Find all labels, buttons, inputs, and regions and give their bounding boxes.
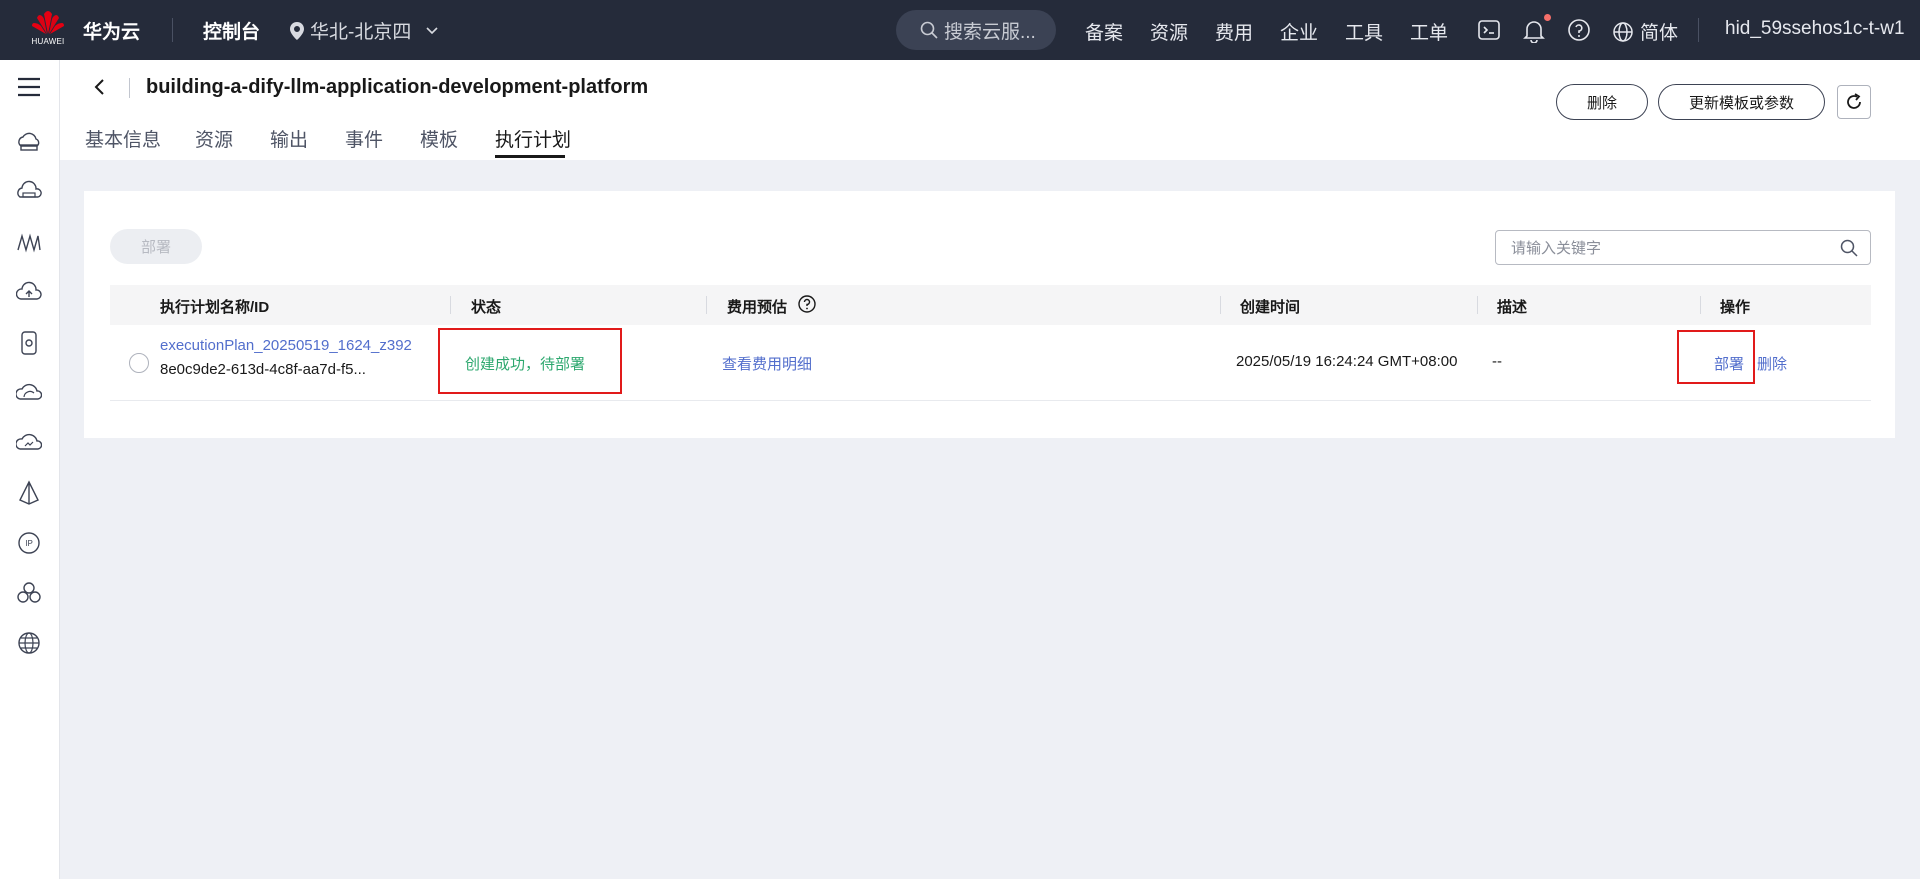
column-separator bbox=[1700, 296, 1701, 314]
database-icon[interactable] bbox=[16, 330, 42, 356]
nav-billing[interactable]: 费用 bbox=[1215, 18, 1253, 45]
keyword-search-placeholder: 请输入关键字 bbox=[1511, 240, 1602, 257]
keyword-search-input[interactable]: 请输入关键字 bbox=[1495, 230, 1871, 265]
tab-events[interactable]: 事件 bbox=[345, 125, 383, 152]
region-selector[interactable]: 华北-北京四 bbox=[290, 17, 439, 44]
row-divider bbox=[110, 400, 1871, 401]
column-header-status: 状态 bbox=[471, 299, 502, 316]
cloud-icon[interactable] bbox=[15, 380, 43, 406]
logo-wordmark: HUAWEI bbox=[31, 37, 65, 46]
language-label: 简体 bbox=[1640, 23, 1679, 44]
column-separator bbox=[450, 296, 451, 314]
cloud-monitor-icon[interactable] bbox=[15, 430, 43, 456]
nav-tools[interactable]: 工具 bbox=[1345, 18, 1383, 45]
service-sidebar: IP bbox=[0, 60, 60, 879]
update-template-button[interactable]: 更新模板或参数 bbox=[1658, 84, 1825, 120]
divider bbox=[129, 78, 130, 98]
cloud-upload-icon[interactable] bbox=[15, 280, 42, 306]
column-header-description: 描述 bbox=[1497, 299, 1528, 316]
global-search-placeholder: 搜索云服... bbox=[944, 21, 1036, 43]
cloud-storage-icon[interactable] bbox=[16, 180, 42, 206]
refresh-icon bbox=[1847, 93, 1861, 109]
huawei-logo[interactable]: HUAWEI bbox=[28, 10, 68, 50]
network-icon[interactable] bbox=[16, 230, 42, 256]
global-search[interactable]: 搜索云服... bbox=[896, 10, 1056, 50]
cluster-icon[interactable] bbox=[16, 580, 42, 606]
help-icon[interactable] bbox=[1566, 17, 1592, 43]
svg-text:IP: IP bbox=[25, 539, 33, 548]
user-account[interactable]: hid_59ssehos1c-t-w1 bbox=[1725, 18, 1905, 40]
execution-plan-name-link[interactable]: executionPlan_20250519_1624_z392 bbox=[160, 337, 412, 354]
deploy-button[interactable]: 部署 bbox=[110, 229, 202, 264]
highlight-box-deploy bbox=[1677, 330, 1755, 384]
search-icon bbox=[920, 21, 938, 39]
back-icon[interactable] bbox=[92, 76, 108, 98]
nav-enterprise[interactable]: 企业 bbox=[1280, 18, 1318, 45]
globe-icon bbox=[1613, 21, 1633, 42]
nav-filing[interactable]: 备案 bbox=[1085, 18, 1123, 45]
column-header-name: 执行计划名称/ID bbox=[160, 299, 270, 316]
top-navigation-bar: HUAWEI 华为云 控制台 华北-北京四 搜索云服... 备案 资源 费用 企… bbox=[0, 0, 1920, 60]
execution-plan-id: 8e0c9de2-613d-4c8f-aa7d-f5... bbox=[160, 361, 366, 378]
tab-execution-plans[interactable]: 执行计划 bbox=[495, 125, 571, 152]
region-label: 华北-北京四 bbox=[310, 22, 412, 43]
highlight-box-status bbox=[438, 328, 622, 394]
web-icon[interactable] bbox=[16, 630, 42, 656]
tab-template[interactable]: 模板 bbox=[420, 125, 458, 152]
row-delete-link[interactable]: 删除 bbox=[1757, 353, 1787, 374]
tab-resources[interactable]: 资源 bbox=[195, 125, 233, 152]
refresh-button[interactable] bbox=[1837, 85, 1871, 119]
view-cost-details-link[interactable]: 查看费用明细 bbox=[722, 353, 812, 374]
tab-outputs[interactable]: 输出 bbox=[270, 125, 308, 152]
cloud-shell-icon[interactable] bbox=[1476, 17, 1502, 43]
nav-tickets[interactable]: 工单 bbox=[1410, 18, 1448, 45]
location-pin-icon bbox=[290, 21, 304, 40]
notification-dot bbox=[1544, 14, 1551, 21]
menu-icon[interactable] bbox=[16, 74, 42, 100]
ip-icon[interactable]: IP bbox=[16, 530, 42, 556]
column-header-cost: 费用预估 bbox=[727, 299, 788, 316]
description-text: -- bbox=[1492, 353, 1502, 370]
search-icon[interactable] bbox=[1840, 239, 1858, 257]
row-select-radio[interactable] bbox=[129, 353, 149, 373]
console-link[interactable]: 控制台 bbox=[203, 17, 260, 44]
nav-resources[interactable]: 资源 bbox=[1150, 18, 1188, 45]
column-header-created: 创建时间 bbox=[1240, 299, 1301, 316]
bell-icon[interactable] bbox=[1521, 17, 1547, 44]
column-header-actions: 操作 bbox=[1720, 299, 1751, 316]
language-selector[interactable]: 简体 bbox=[1612, 18, 1678, 45]
brand-name[interactable]: 华为云 bbox=[83, 17, 140, 44]
huawei-petal-icon bbox=[32, 11, 64, 34]
divider bbox=[1698, 18, 1699, 42]
divider bbox=[172, 18, 173, 42]
cloud-server-icon[interactable] bbox=[16, 130, 42, 156]
active-tab-indicator bbox=[495, 155, 565, 158]
tab-basic-info[interactable]: 基本信息 bbox=[85, 125, 161, 152]
column-separator bbox=[1220, 296, 1221, 314]
page-title: building-a-dify-llm-application-developm… bbox=[146, 76, 649, 98]
question-icon[interactable] bbox=[797, 294, 817, 314]
delete-stack-button[interactable]: 删除 bbox=[1556, 84, 1648, 120]
column-separator bbox=[706, 296, 707, 314]
deploy-icon[interactable] bbox=[16, 480, 42, 506]
created-time: 2025/05/19 16:24:24 GMT+08:00 bbox=[1236, 353, 1458, 370]
chevron-down-icon bbox=[426, 26, 438, 34]
table-header bbox=[110, 285, 1871, 325]
column-separator bbox=[1477, 296, 1478, 314]
